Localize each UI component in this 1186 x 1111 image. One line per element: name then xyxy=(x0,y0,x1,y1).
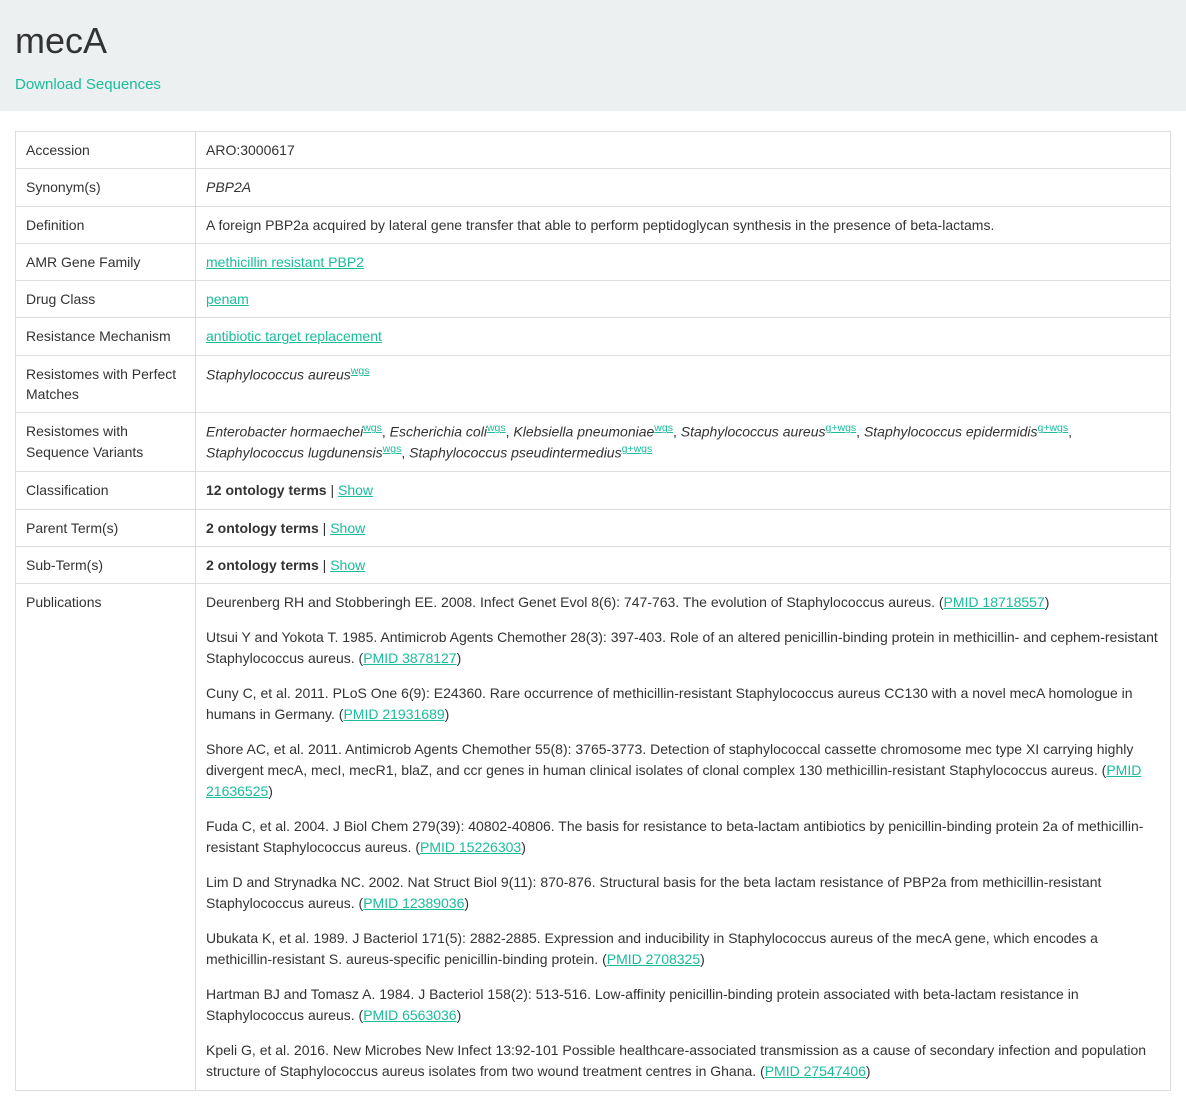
pmid-link[interactable]: PMID 12389036 xyxy=(363,895,464,911)
label-publications: Publications xyxy=(16,584,196,1091)
publication-text: Fuda C, et al. 2004. J Biol Chem 279(39)… xyxy=(206,818,1143,855)
row-drug-class: Drug Class penam xyxy=(16,281,1171,318)
wgs-tag-link[interactable]: wgs xyxy=(363,422,382,434)
value-classification: 12 ontology terms | Show xyxy=(196,472,1171,509)
publication-text: Deurenberg RH and Stobberingh EE. 2008. … xyxy=(206,594,944,610)
wgs-tag-link[interactable]: wgs xyxy=(351,365,370,377)
label-parent-terms: Parent Term(s) xyxy=(16,509,196,546)
sub-terms-count: 2 ontology terms xyxy=(206,557,319,573)
row-perfect-matches: Resistomes with Perfect Matches Staphylo… xyxy=(16,355,1171,413)
pmid-link[interactable]: PMID 18718557 xyxy=(944,594,1045,610)
content-area: Accession ARO:3000617 Synonym(s) PBP2A D… xyxy=(0,111,1186,1111)
value-perfect-matches: Staphylococcus aureuswgs xyxy=(196,355,1171,413)
pmid-link[interactable]: PMID 15226303 xyxy=(420,839,521,855)
value-sequence-variants: Enterobacter hormaecheiwgs, Escherichia … xyxy=(196,413,1171,472)
resistome-item: Klebsiella pneumoniae xyxy=(513,424,654,440)
classification-show-link[interactable]: Show xyxy=(338,482,373,498)
publication-item: Ubukata K, et al. 1989. J Bacteriol 171(… xyxy=(206,928,1160,970)
details-table: Accession ARO:3000617 Synonym(s) PBP2A D… xyxy=(15,131,1171,1091)
row-sequence-variants: Resistomes with Sequence Variants Entero… xyxy=(16,413,1171,472)
label-sub-terms: Sub-Term(s) xyxy=(16,546,196,583)
publication-item: Lim D and Strynadka NC. 2002. Nat Struct… xyxy=(206,872,1160,914)
wgs-tag-link[interactable]: wgs xyxy=(654,422,673,434)
value-definition: A foreign PBP2a acquired by lateral gene… xyxy=(196,206,1171,243)
sub-terms-show-link[interactable]: Show xyxy=(330,557,365,573)
wgs-tag-link[interactable]: g+wgs xyxy=(826,422,857,434)
value-resistance-mechanism: antibiotic target replacement xyxy=(196,318,1171,355)
resistome-item: Enterobacter hormaechei xyxy=(206,424,363,440)
pmid-link[interactable]: PMID 6563036 xyxy=(363,1007,456,1023)
value-synonyms: PBP2A xyxy=(196,169,1171,206)
label-accession: Accession xyxy=(16,132,196,169)
label-amr-family: AMR Gene Family xyxy=(16,243,196,280)
row-synonyms: Synonym(s) PBP2A xyxy=(16,169,1171,206)
value-sub-terms: 2 ontology terms | Show xyxy=(196,546,1171,583)
publication-text: Utsui Y and Yokota T. 1985. Antimicrob A… xyxy=(206,629,1158,666)
resistome-item: Staphylococcus lugdunensis xyxy=(206,445,383,461)
value-drug-class: penam xyxy=(196,281,1171,318)
value-accession: ARO:3000617 xyxy=(196,132,1171,169)
resistance-mechanism-link[interactable]: antibiotic target replacement xyxy=(206,328,382,344)
label-sequence-variants: Resistomes with Sequence Variants xyxy=(16,413,196,472)
row-amr-family: AMR Gene Family methicillin resistant PB… xyxy=(16,243,1171,280)
parent-terms-count: 2 ontology terms xyxy=(206,520,319,536)
value-amr-family: methicillin resistant PBP2 xyxy=(196,243,1171,280)
wgs-tag-link[interactable]: wgs xyxy=(383,443,402,455)
value-parent-terms: 2 ontology terms | Show xyxy=(196,509,1171,546)
resistome-item: Staphylococcus aureus xyxy=(681,424,826,440)
label-perfect-matches: Resistomes with Perfect Matches xyxy=(16,355,196,413)
resistome-item: Staphylococcus pseudintermedius xyxy=(409,445,621,461)
resistome-item: Staphylococcus epidermidis xyxy=(864,424,1038,440)
pmid-link[interactable]: PMID 21931689 xyxy=(343,706,444,722)
label-drug-class: Drug Class xyxy=(16,281,196,318)
publication-item: Fuda C, et al. 2004. J Biol Chem 279(39)… xyxy=(206,816,1160,858)
pmid-link[interactable]: PMID 27547406 xyxy=(765,1063,866,1079)
row-resistance-mechanism: Resistance Mechanism antibiotic target r… xyxy=(16,318,1171,355)
wgs-tag-link[interactable]: wgs xyxy=(487,422,506,434)
resistome-item: Escherichia coli xyxy=(390,424,487,440)
page-header: mecA Download Sequences xyxy=(0,0,1186,111)
pmid-link[interactable]: PMID 2708325 xyxy=(607,951,700,967)
classification-count: 12 ontology terms xyxy=(206,482,327,498)
drug-class-link[interactable]: penam xyxy=(206,291,249,307)
publication-text: Shore AC, et al. 2011. Antimicrob Agents… xyxy=(206,741,1133,778)
row-classification: Classification 12 ontology terms | Show xyxy=(16,472,1171,509)
parent-terms-show-link[interactable]: Show xyxy=(330,520,365,536)
row-publications: Publications Deurenberg RH and Stobberin… xyxy=(16,584,1171,1091)
label-synonyms: Synonym(s) xyxy=(16,169,196,206)
publication-item: Shore AC, et al. 2011. Antimicrob Agents… xyxy=(206,739,1160,802)
label-classification: Classification xyxy=(16,472,196,509)
publication-item: Kpeli G, et al. 2016. New Microbes New I… xyxy=(206,1040,1160,1082)
publication-item: Utsui Y and Yokota T. 1985. Antimicrob A… xyxy=(206,627,1160,669)
publication-item: Hartman BJ and Tomasz A. 1984. J Bacteri… xyxy=(206,984,1160,1026)
label-definition: Definition xyxy=(16,206,196,243)
publication-text: Hartman BJ and Tomasz A. 1984. J Bacteri… xyxy=(206,986,1079,1023)
row-accession: Accession ARO:3000617 xyxy=(16,132,1171,169)
value-publications: Deurenberg RH and Stobberingh EE. 2008. … xyxy=(196,584,1171,1091)
publication-item: Deurenberg RH and Stobberingh EE. 2008. … xyxy=(206,592,1160,613)
pmid-link[interactable]: PMID 3878127 xyxy=(363,650,456,666)
publication-text: Lim D and Strynadka NC. 2002. Nat Struct… xyxy=(206,874,1101,911)
amr-family-link[interactable]: methicillin resistant PBP2 xyxy=(206,254,364,270)
wgs-tag-link[interactable]: g+wgs xyxy=(622,443,653,455)
page-title: mecA xyxy=(15,20,1171,62)
publication-item: Cuny C, et al. 2011. PLoS One 6(9): E243… xyxy=(206,683,1160,725)
row-parent-terms: Parent Term(s) 2 ontology terms | Show xyxy=(16,509,1171,546)
download-sequences-link[interactable]: Download Sequences xyxy=(15,76,161,93)
resistome-item: Staphylococcus aureus xyxy=(206,366,351,382)
label-resistance-mechanism: Resistance Mechanism xyxy=(16,318,196,355)
wgs-tag-link[interactable]: g+wgs xyxy=(1037,422,1068,434)
row-sub-terms: Sub-Term(s) 2 ontology terms | Show xyxy=(16,546,1171,583)
row-definition: Definition A foreign PBP2a acquired by l… xyxy=(16,206,1171,243)
